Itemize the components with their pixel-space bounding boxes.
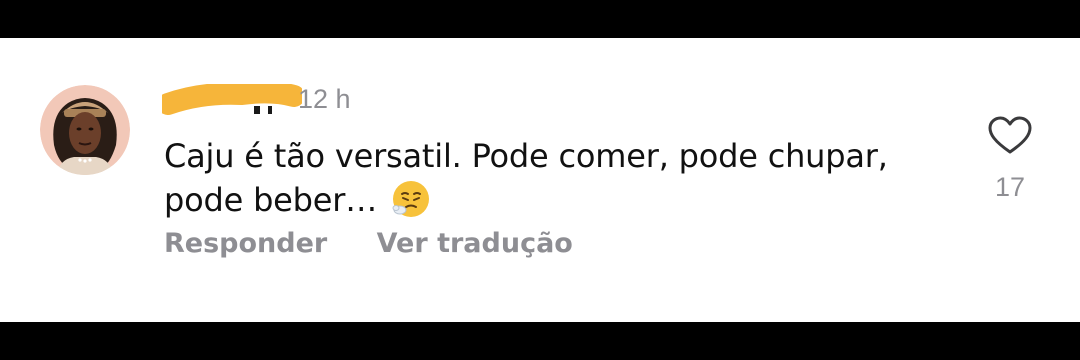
comment-text-line1: Caju é tão versatil. Pode comer, pode ch… xyxy=(164,137,888,175)
like-count: 17 xyxy=(994,172,1026,202)
translate-button[interactable]: Ver tradução xyxy=(377,228,573,259)
username-redacted xyxy=(162,84,302,115)
comment-timestamp: 12 h xyxy=(298,84,351,114)
comment-text: Caju é tão versatil. Pode comer, pode ch… xyxy=(164,134,944,222)
avatar-image xyxy=(40,85,130,175)
comment-text-line2: pode beber… xyxy=(164,181,378,219)
sweat-face-emoji-icon xyxy=(392,181,430,217)
heart-outline-icon[interactable] xyxy=(988,116,1032,156)
comment-actions: Responder Ver tradução xyxy=(164,228,613,259)
avatar[interactable] xyxy=(40,85,130,175)
reply-button[interactable]: Responder xyxy=(164,228,327,259)
comment-panel: 12 h Caju é tão versatil. Pode comer, po… xyxy=(0,38,1080,322)
comment-header: 12 h xyxy=(162,82,422,122)
